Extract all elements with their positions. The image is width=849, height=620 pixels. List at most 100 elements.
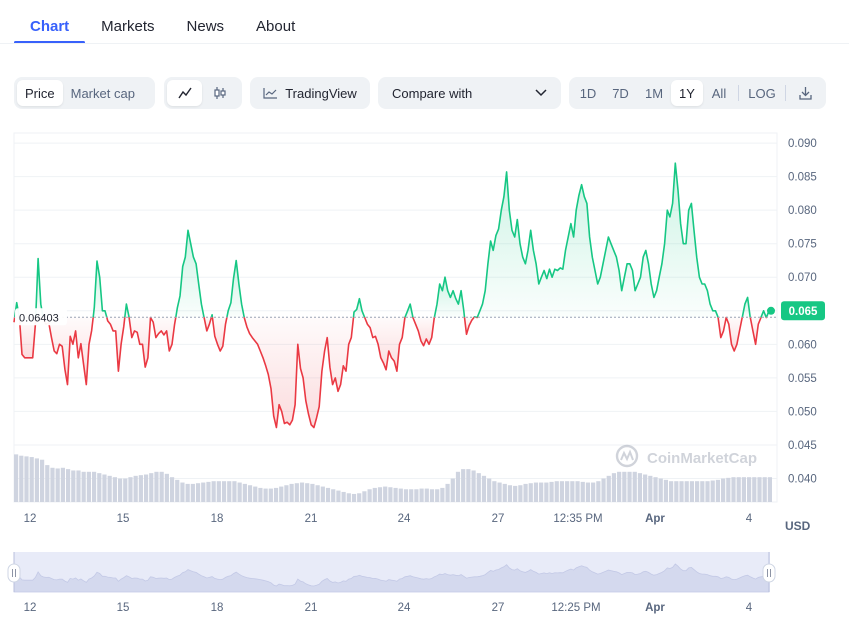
log-scale-button[interactable]: LOG xyxy=(742,80,782,106)
y-tick-label: 0.080 xyxy=(788,205,817,217)
candlestick-button[interactable] xyxy=(202,80,237,106)
range-1y-button[interactable]: 1Y xyxy=(671,80,703,106)
volume-bar xyxy=(247,485,253,502)
range-7d-button[interactable]: 7D xyxy=(604,80,637,106)
download-button[interactable] xyxy=(789,80,821,106)
tab-markets[interactable]: Markets xyxy=(85,0,170,44)
x-tick-label: 12 xyxy=(24,513,37,525)
volume-bar xyxy=(310,483,315,502)
volume-bar xyxy=(518,485,523,502)
volume-bar xyxy=(351,493,357,502)
navigator-x-tick-label: 27 xyxy=(492,602,505,614)
range-1d-button[interactable]: 1D xyxy=(572,80,604,106)
volume-bar xyxy=(591,482,596,502)
volume-bar xyxy=(50,467,55,502)
volume-bar xyxy=(440,487,445,502)
volume-bar xyxy=(481,475,487,502)
volume-bar xyxy=(201,482,206,502)
volume-bar xyxy=(55,468,60,502)
y-tick-label: 0.060 xyxy=(788,339,817,351)
volume-bar xyxy=(91,471,97,502)
x-tick-label: 18 xyxy=(211,513,224,525)
range-1m-button[interactable]: 1M xyxy=(637,80,671,106)
volume-bar xyxy=(617,471,622,502)
volume-bar xyxy=(102,474,107,502)
navigator-x-tick-label: 15 xyxy=(117,602,130,614)
range-all-button[interactable]: All xyxy=(703,80,735,106)
price-chart[interactable]: CoinMarketCap 0.06403 0.090 0.085 0.080 0.0… xyxy=(0,125,849,620)
candlestick-icon xyxy=(213,87,226,99)
line-chart-button[interactable] xyxy=(167,80,202,106)
volume-bar xyxy=(596,481,601,502)
volume-bar xyxy=(731,477,736,502)
volume-bar xyxy=(606,475,611,502)
volume-bar xyxy=(97,473,102,502)
volume-bar xyxy=(679,481,684,502)
chart-type-toggle xyxy=(164,77,242,109)
navigator-x-axis: 12 15 18 21 24 27 12:25 PM Apr 4 xyxy=(24,602,753,614)
volume-bar xyxy=(357,493,362,502)
volume-bar xyxy=(133,475,138,502)
navigator-x-tick-label: 21 xyxy=(305,602,318,614)
volume-bar xyxy=(39,459,45,502)
price-button[interactable]: Price xyxy=(17,80,63,106)
volume-bar xyxy=(149,473,154,502)
volume-bar xyxy=(180,482,185,502)
volume-bar xyxy=(305,483,310,502)
volume-bar xyxy=(424,488,429,502)
volume-bar xyxy=(747,477,752,502)
line-chart-icon xyxy=(177,87,192,99)
volume-bar xyxy=(232,481,237,502)
volume-bar xyxy=(159,471,164,502)
volume-bar xyxy=(138,475,143,502)
volume-bar xyxy=(294,483,299,502)
volume-bar xyxy=(331,489,336,502)
price-area-up xyxy=(477,163,719,318)
navigator-left-handle[interactable] xyxy=(7,563,21,583)
tradingview-button[interactable]: TradingView xyxy=(253,80,367,106)
volume-bar xyxy=(767,477,772,502)
volume-bar xyxy=(637,473,643,502)
volume-bar xyxy=(388,487,393,502)
volume-bar xyxy=(117,478,123,502)
coinmarketcap-logo-icon xyxy=(615,444,639,468)
reference-label: 0.06403 xyxy=(15,308,67,326)
volume-bar xyxy=(466,469,471,502)
navigator-right-handle[interactable] xyxy=(762,563,776,583)
price-area xyxy=(14,163,769,428)
compare-with-select[interactable]: Compare with xyxy=(378,77,561,109)
market-cap-button[interactable]: Market cap xyxy=(63,80,143,106)
volume-bar xyxy=(279,486,284,502)
tab-chart[interactable]: Chart xyxy=(14,0,86,44)
volume-bar xyxy=(164,473,169,502)
volume-bar xyxy=(648,475,653,502)
y-tick-label: 0.085 xyxy=(788,172,817,184)
volume-bar xyxy=(383,486,388,502)
volume-bar xyxy=(320,486,325,502)
chevron-down-icon xyxy=(535,89,547,97)
volume-bar xyxy=(216,481,221,502)
volume-bar xyxy=(336,490,341,502)
toolbar-separator xyxy=(738,85,739,101)
tab-news[interactable]: News xyxy=(171,0,241,44)
volume-bar xyxy=(325,487,331,502)
toolbar-separator xyxy=(785,85,786,101)
navigator-x-tick-label: 4 xyxy=(746,602,753,614)
volume-bar xyxy=(674,481,679,502)
volume-bar xyxy=(367,489,372,502)
volume-bar xyxy=(154,471,159,502)
y-tick-label: 0.040 xyxy=(788,474,817,486)
volume-bar xyxy=(502,483,507,502)
tab-about[interactable]: About xyxy=(240,0,311,44)
price-line-down xyxy=(13,317,16,323)
volume-bar xyxy=(45,465,50,502)
x-tick-label: 21 xyxy=(305,513,318,525)
range-navigator[interactable] xyxy=(7,552,776,593)
volume-bar xyxy=(700,481,705,502)
volume-bar xyxy=(507,485,513,502)
navigator-x-tick-label: 18 xyxy=(211,602,224,614)
volume-bar xyxy=(258,487,263,502)
volume-bar xyxy=(580,481,585,502)
volume-bar xyxy=(341,491,346,502)
volume-bar xyxy=(643,474,648,502)
